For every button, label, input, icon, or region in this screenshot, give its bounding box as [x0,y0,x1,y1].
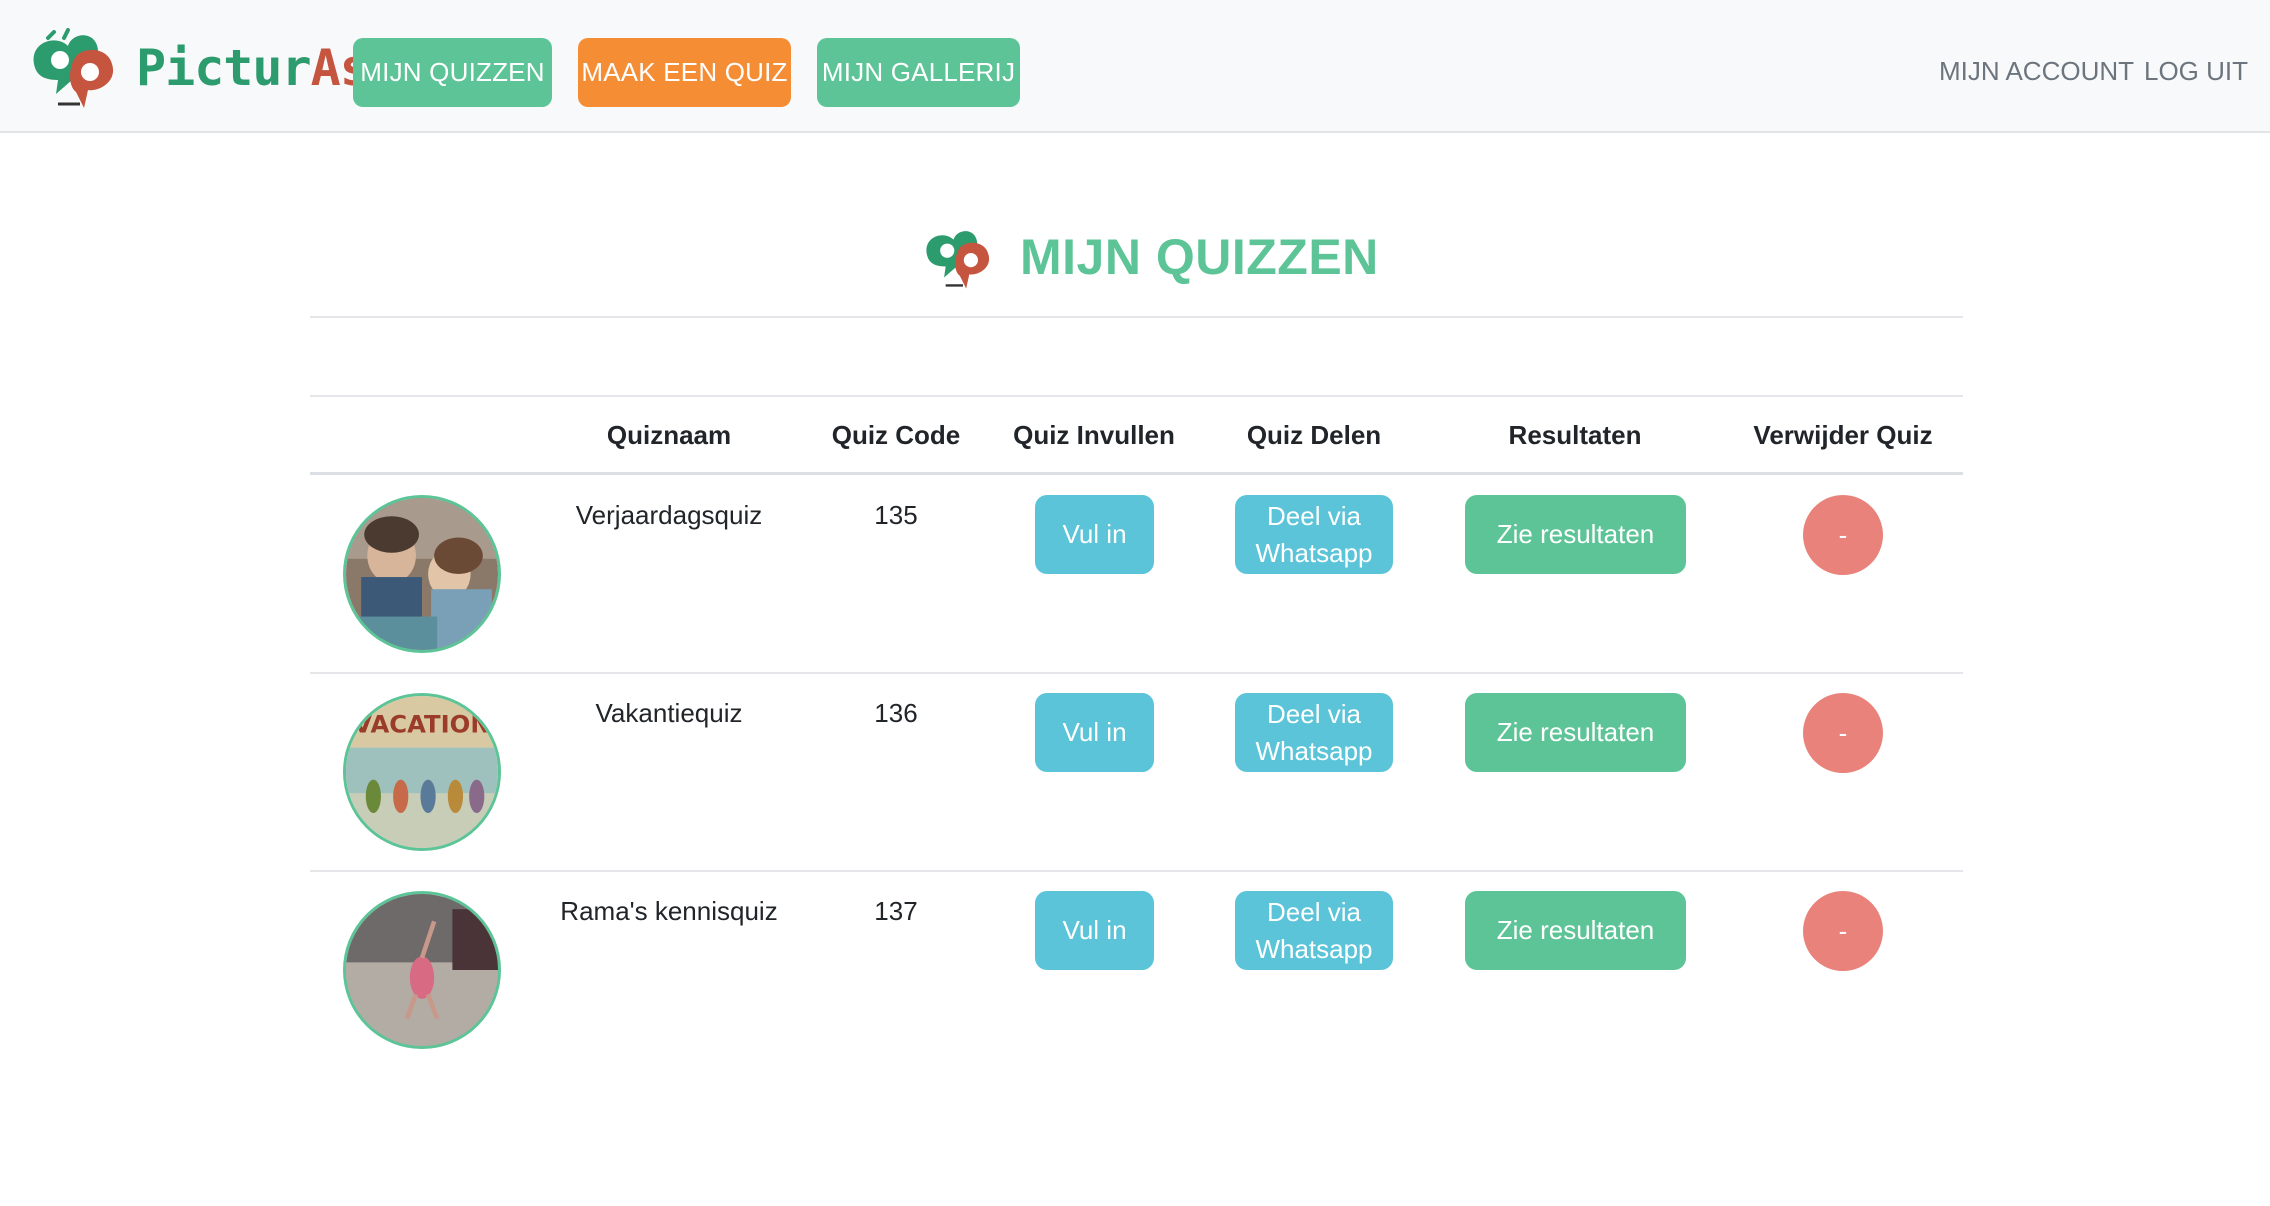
quiz-code: 136 [874,698,918,728]
row-divider [310,870,1963,872]
column-header-quiz-name: Quiznaam [606,420,732,450]
quiz-name: Verjaardagsquiz [575,500,763,530]
nav-my-quizzes-button[interactable]: MIJN QUIZZEN [353,38,552,107]
share-label-line2: Whatsapp [1255,735,1373,766]
delete-quiz-button[interactable]: - [1803,891,1883,971]
share-label-line2: Whatsapp [1255,537,1373,568]
page-title: MIJN QUIZZEN [1020,229,1379,285]
picturask-logo-icon [926,231,990,289]
share-label-line1: Deel via [1267,896,1361,927]
fill-in-button[interactable]: Vul in [1035,693,1154,772]
see-results-button[interactable]: Zie resultaten [1465,693,1686,772]
brand-name-part1: Pictur [136,39,312,97]
heading-divider [310,316,1963,318]
see-results-button[interactable]: Zie resultaten [1465,891,1686,970]
quiz-thumbnail: VACATION [343,693,501,851]
quiz-thumbnail [343,891,501,1049]
delete-quiz-button[interactable]: - [1803,495,1883,575]
share-label-line1: Deel via [1267,500,1361,531]
column-header-results: Resultaten [1508,420,1642,450]
row-divider [310,672,1963,674]
brand[interactable]: PicturAsk [28,28,399,108]
navbar: PicturAsk MIJN QUIZZEN MAAK EEN QUIZ MIJ… [0,0,2270,133]
nav-logout-link[interactable]: LOG UIT [2144,56,2248,87]
fill-in-button[interactable]: Vul in [1035,495,1154,574]
share-label-line1: Deel via [1267,698,1361,729]
column-header-quiz-fill: Quiz Invullen [1013,420,1175,450]
delete-quiz-button[interactable]: - [1803,693,1883,773]
column-header-quiz-share: Quiz Delen [1246,420,1382,450]
quiz-name: Rama's kennisquiz [560,896,778,926]
share-whatsapp-button[interactable]: Deel via Whatsapp [1235,693,1393,772]
page-heading: MIJN QUIZZEN [922,222,1379,292]
quiz-thumbnail [343,495,501,653]
quiz-code: 135 [874,500,918,530]
svg-text:VACATION: VACATION [353,709,490,738]
table-top-border [310,395,1963,397]
fill-in-button[interactable]: Vul in [1035,891,1154,970]
share-label-line2: Whatsapp [1255,933,1373,964]
share-whatsapp-button[interactable]: Deel via Whatsapp [1235,891,1393,970]
nav-my-gallery-button[interactable]: MIJN GALLERIJ [817,38,1020,107]
column-header-quiz-code: Quiz Code [831,420,961,450]
column-header-delete: Verwijder Quiz [1753,420,1933,450]
nav-make-quiz-button[interactable]: MAAK EEN QUIZ [578,38,791,107]
see-results-button[interactable]: Zie resultaten [1465,495,1686,574]
quiz-code: 137 [874,896,918,926]
picturask-logo-icon [33,28,114,108]
table-header-border [310,472,1963,475]
quiz-name: Vakantiequiz [595,698,743,728]
nav-my-account-link[interactable]: MIJN ACCOUNT [1939,56,2134,87]
share-whatsapp-button[interactable]: Deel via Whatsapp [1235,495,1393,574]
